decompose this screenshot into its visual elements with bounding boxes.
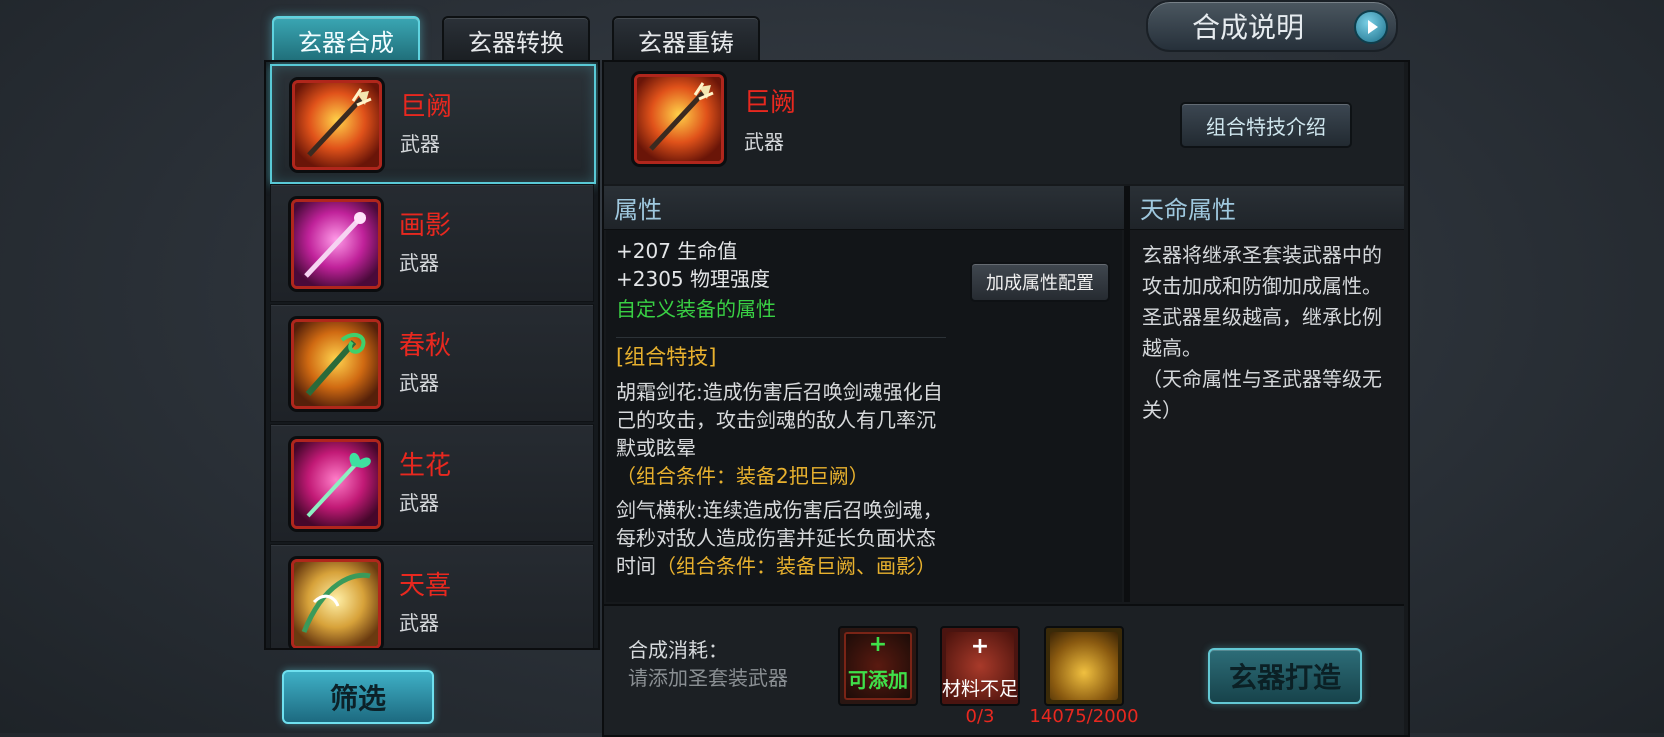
magenta-sword-icon	[291, 199, 381, 289]
weapon-list-item[interactable]: 巨阙 武器	[270, 64, 596, 184]
flame-spear-icon	[634, 74, 724, 164]
weapon-list-item[interactable]: 画影 武器	[270, 184, 594, 302]
slot-add-label: 可添加	[848, 668, 908, 692]
filter-button[interactable]: 筛选	[282, 670, 434, 724]
attribute-separator	[616, 337, 946, 338]
weapon-type: 武器	[399, 371, 439, 395]
jade-bow-icon	[291, 559, 381, 648]
weapon-name: 春秋	[399, 331, 452, 361]
combo-skills-list: 胡霜剑花:造成伤害后召唤剑魂强化自己的攻击，攻击剑魂的敌人有几率沉默或眩晕 （组合…	[616, 378, 948, 600]
help-button-label: 合成说明	[1192, 11, 1305, 44]
combo-skill-item: 胡霜剑花:造成伤害后召唤剑魂强化自己的攻击，攻击剑魂的敌人有几率沉默或眩晕 （组合…	[616, 378, 948, 490]
custom-attribute-note: 自定义装备的属性	[616, 297, 776, 321]
weapon-list-item[interactable]: 生花 武器	[270, 424, 594, 542]
fate-attributes-header: 天命属性	[1130, 186, 1404, 230]
plus-icon: +	[970, 634, 990, 659]
weapon-name: 画影	[399, 211, 452, 241]
plus-icon: +	[868, 632, 888, 657]
dragon-blade-icon	[291, 319, 381, 409]
weapon-type: 武器	[400, 132, 440, 156]
bonus-attribute-config-button[interactable]: 加成属性配置	[970, 262, 1110, 302]
cost-hint: 请添加圣套装武器	[628, 666, 788, 690]
cost-label: 合成消耗：	[628, 638, 728, 662]
detail-weapon-type: 武器	[744, 130, 784, 154]
weapon-add-slot[interactable]: + 可添加	[838, 626, 918, 706]
combo-skill-desc: 胡霜剑花:造成伤害后召唤剑魂强化自己的攻击，攻击剑魂的敌人有几率沉默或眩晕	[616, 380, 943, 460]
forge-button[interactable]: 玄器打造	[1208, 648, 1362, 704]
weapon-type: 武器	[399, 491, 439, 515]
combo-skill-condition: （组合条件：装备2把巨阙）	[616, 464, 869, 488]
synthesis-help-button[interactable]: 合成说明	[1146, 0, 1398, 52]
stat-physical-strength: +2305 物理强度	[616, 267, 771, 291]
flower-staff-icon	[291, 439, 381, 529]
material-count: 0/3	[965, 706, 995, 727]
flame-spear-icon	[292, 80, 382, 170]
combo-skill-item: 剑气横秋:连续造成伤害后召唤剑魂，每秒对敌人造成伤害并延长负面状态时间（组合条件…	[616, 496, 948, 580]
weapon-name: 巨阙	[400, 92, 453, 122]
material-insufficient-label: 材料不足	[941, 678, 1018, 700]
combo-skill-intro-button[interactable]: 组合特技介绍	[1180, 102, 1352, 148]
weapon-type: 武器	[399, 251, 439, 275]
combo-skills-title: [组合特技]	[616, 345, 717, 369]
tab-conversion[interactable]: 玄器转换	[442, 16, 590, 64]
gold-count: 14075/2000	[1029, 706, 1139, 727]
play-arrow-icon	[1354, 10, 1388, 44]
fate-note: （天命属性与圣武器等级无关）	[1142, 367, 1382, 422]
stat-hp: +207 生命值	[616, 239, 738, 263]
weapon-type: 武器	[399, 611, 439, 635]
attributes-header: 属性	[604, 186, 1124, 230]
gold-slot	[1044, 626, 1124, 706]
weapon-list-item[interactable]: 天喜 武器	[270, 544, 594, 648]
weapon-list[interactable]: 巨阙 武器 画影 武器 春秋 武器 生花 武器 天喜 武器	[264, 60, 600, 650]
combo-skill-condition: （组合条件：装备巨阙、画影）	[656, 554, 936, 578]
tab-recast[interactable]: 玄器重铸	[612, 16, 760, 64]
detail-weapon-name: 巨阙	[744, 88, 797, 118]
weapon-name: 生花	[399, 451, 452, 481]
material-slot[interactable]: + 材料不足	[940, 626, 1020, 706]
fate-text: 玄器将继承圣套装武器中的攻击加成和防御加成属性。圣武器星级越高，继承比例越高。	[1142, 243, 1382, 360]
fate-description: 玄器将继承圣套装武器中的攻击加成和防御加成属性。圣武器星级越高，继承比例越高。 …	[1142, 240, 1398, 426]
weapon-list-item[interactable]: 春秋 武器	[270, 304, 594, 422]
gold-coins-icon	[1050, 632, 1118, 700]
weapon-name: 天喜	[399, 571, 452, 601]
tab-synthesis[interactable]: 玄器合成	[272, 16, 420, 64]
